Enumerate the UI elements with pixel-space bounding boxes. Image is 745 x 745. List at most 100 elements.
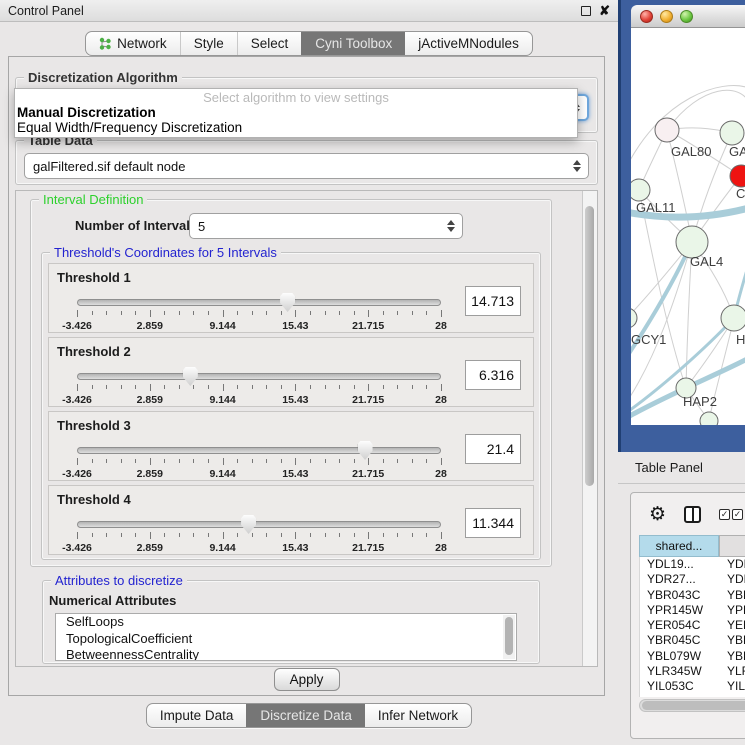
network-node-label: GCY1 [631, 332, 666, 347]
slider-track[interactable] [77, 373, 441, 380]
settings-scrollpane: Interval Definition Number of Intervals … [15, 190, 598, 667]
tab-jactivemnodules[interactable]: jActiveMNodules [405, 32, 532, 55]
column-layout-icon[interactable] [684, 506, 701, 523]
table-row[interactable]: YDR27...YDR2 [640, 572, 745, 587]
apply-button[interactable]: Apply [274, 668, 340, 691]
combo-stepper-icon [573, 160, 581, 172]
threshold-slider[interactable]: -3.4262.8599.14415.4321.71528 [77, 292, 441, 332]
list-item[interactable]: SelfLoops [56, 614, 516, 631]
table-panel-title: Table Panel [635, 460, 703, 475]
close-icon[interactable]: ✘ [599, 6, 610, 16]
table-cell: YLR3 [720, 664, 745, 679]
table-data-combobox[interactable]: galFiltered.sif default node [24, 153, 589, 179]
zoom-traffic-light-icon[interactable] [680, 10, 693, 23]
slider-ticks [77, 310, 441, 318]
threshold-slider[interactable]: -3.4262.8599.14415.4321.71528 [77, 514, 441, 554]
float-window-icon[interactable] [581, 6, 591, 16]
network-node-label: C [736, 186, 745, 201]
settings-scrollbar[interactable] [582, 191, 597, 666]
tab-cyni-toolbox[interactable]: Cyni Toolbox [301, 32, 405, 55]
network-node-unlabeled[interactable] [700, 412, 718, 425]
network-node-label: GAL11 [636, 200, 676, 215]
list-scrollbar[interactable] [503, 615, 515, 659]
table-column-header[interactable]: na [719, 535, 745, 557]
network-node-gal80[interactable] [655, 118, 679, 142]
threshold-value-field[interactable]: 11.344 [465, 508, 521, 538]
bottom-tab-infer-network[interactable]: Infer Network [365, 704, 471, 727]
table-horizontal-scrollbar[interactable] [639, 699, 745, 712]
table-row[interactable]: YBR043CYBR0 [640, 588, 745, 603]
table-cell: YIL0 [720, 679, 745, 694]
table-data-group: Table Data galFiltered.sif default node [15, 140, 598, 185]
table-row[interactable]: YER054CYER0 [640, 618, 745, 633]
threshold-slider[interactable]: -3.4262.8599.14415.4321.71528 [77, 366, 441, 406]
threshold-panel-2: Threshold 2 -3.4262.8599.14415.4321.71528… [48, 337, 534, 407]
table-cell: YPR145W [640, 603, 720, 618]
table-data-combo-value: galFiltered.sif default node [33, 159, 185, 174]
network-node-c[interactable] [730, 165, 745, 187]
slider-track[interactable] [77, 521, 441, 528]
slider-ticks [77, 384, 441, 392]
table-row[interactable]: YIL053CYIL0 [640, 679, 745, 694]
table-cell: YBR043C [640, 588, 720, 603]
dropdown-option-manual-discretization[interactable]: Manual Discretization [15, 105, 577, 120]
threshold-value-field[interactable]: 6.316 [465, 360, 521, 390]
slider-track[interactable] [77, 299, 441, 306]
number-of-intervals-combobox[interactable]: 5 [189, 213, 463, 239]
threshold-label: Threshold 1 [57, 270, 131, 285]
close-traffic-light-icon[interactable] [640, 10, 653, 23]
checkbox-icon: ✓ [719, 509, 730, 520]
combo-stepper-icon [447, 220, 455, 232]
table-row[interactable]: YDL19...YDL1 [640, 557, 745, 572]
tab-label: Cyni Toolbox [315, 36, 392, 51]
bottom-tab-impute-data[interactable]: Impute Data [147, 704, 247, 727]
network-tab-icon [99, 37, 112, 51]
network-window-titlebar [631, 5, 745, 28]
algorithm-dropdown-list: Select algorithm to view settings Manual… [14, 88, 578, 138]
table-column-header[interactable]: shared... [639, 535, 719, 557]
network-node-label: GAL80 [671, 144, 711, 159]
threshold-panel-3: Threshold 3-3.4262.8599.14415.4321.71528… [48, 411, 534, 481]
tab-label: Select [251, 36, 289, 51]
threshold-label: Threshold 2 [57, 344, 131, 359]
control-panel-title: Control Panel [8, 4, 84, 18]
threshold-label: Threshold 4 [57, 492, 131, 507]
tab-label: jActiveMNodules [418, 36, 519, 51]
minimize-traffic-light-icon[interactable] [660, 10, 673, 23]
list-item[interactable]: TopologicalCoefficient [56, 631, 516, 648]
interval-definition-label: Interval Definition [39, 192, 147, 207]
table-row[interactable]: YPR145WYPR1 [640, 603, 745, 618]
threshold-value-field[interactable]: 21.4 [465, 434, 521, 464]
network-node-gal[interactable] [720, 121, 744, 145]
dropdown-prompt-item[interactable]: Select algorithm to view settings [15, 90, 577, 105]
bottom-tab-discretize-data[interactable]: Discretize Data [246, 704, 365, 727]
tab-style[interactable]: Style [180, 32, 237, 55]
screen: Control Panel ✘ NetworkStyle Select Cyni T… [0, 0, 745, 745]
select-columns-icon[interactable]: ✓ ✓ [719, 509, 743, 520]
numerical-attributes-list[interactable]: SelfLoopsTopologicalCoefficientBetweenne… [55, 613, 517, 661]
slider-track[interactable] [77, 447, 441, 454]
scrollbar-thumb[interactable] [585, 206, 594, 486]
table-cell: YBR045C [640, 633, 720, 648]
table-row[interactable]: YBR045CYBR0 [640, 633, 745, 648]
network-node-gcy1[interactable] [631, 308, 637, 328]
list-item[interactable]: BetweennessCentrality [56, 647, 516, 661]
network-canvas[interactable]: GAL80GALCGAL11GAL4GCY1HHAP2 [631, 28, 745, 425]
network-node-h[interactable] [721, 305, 745, 331]
network-node-gal11[interactable] [631, 179, 650, 201]
dropdown-option-equal-width-frequency[interactable]: Equal Width/Frequency Discretization [15, 120, 577, 135]
table-cell: YBR0 [720, 633, 745, 648]
gear-icon[interactable]: ⚙ [649, 504, 666, 524]
table-row[interactable]: YBL079WYBL0 [640, 649, 745, 664]
number-of-intervals-label: Number of Intervals [75, 218, 197, 233]
threshold-value-field[interactable]: 14.713 [465, 286, 521, 316]
threshold-slider[interactable]: -3.4262.8599.14415.4321.71528 [77, 440, 441, 480]
table-row[interactable]: YLR345WYLR3 [640, 664, 745, 679]
table-cell: YLR345W [640, 664, 720, 679]
tab-select[interactable]: Select [237, 32, 302, 55]
tab-network[interactable]: Network [86, 32, 180, 55]
thresholds-group: Threshold's Coordinates for 5 Intervals … [41, 252, 541, 560]
threshold-panel-1: Threshold 1 -3.4262.8599.14415.4321.71528… [48, 263, 534, 333]
table-cell: YER0 [720, 618, 745, 633]
table-panel-titlebar: Table Panel [618, 452, 745, 484]
